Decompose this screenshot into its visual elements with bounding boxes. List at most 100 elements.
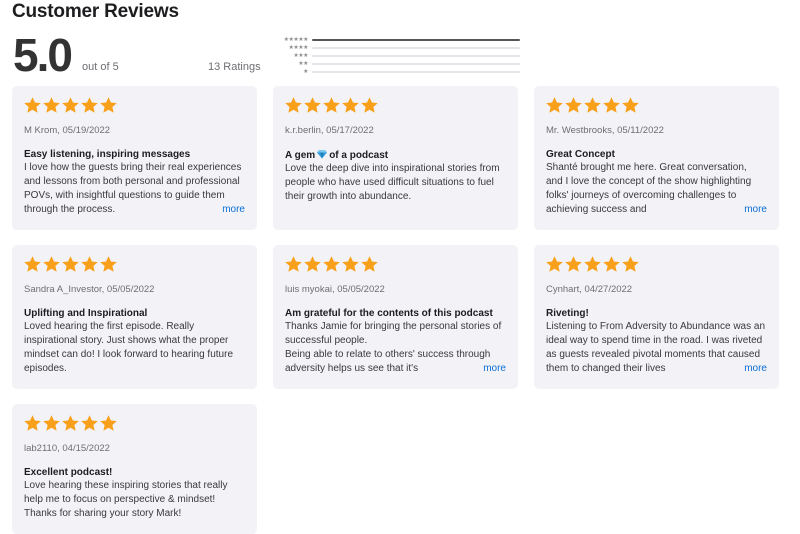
histogram-stars-label: ★★ <box>298 61 308 67</box>
star-icon <box>303 96 322 115</box>
histogram-bar <box>312 55 520 57</box>
star-icon <box>602 255 621 274</box>
star-icon <box>284 96 303 115</box>
page-title: Customer Reviews <box>12 1 179 22</box>
more-link[interactable]: more <box>465 362 506 376</box>
review-body: Love the deep dive into inspirational st… <box>285 162 506 218</box>
review-text: Loved hearing the first episode. Really … <box>24 321 234 374</box>
review-author-date: Mr. Westbrooks, 05/11/2022 <box>546 125 664 136</box>
review-body: Thanks Jamie for bringing the personal s… <box>285 320 506 376</box>
star-icon <box>303 255 322 274</box>
histogram-row-3: ★★★ <box>272 52 520 60</box>
review-title: Excellent podcast! <box>24 467 113 478</box>
star-icon <box>322 96 341 115</box>
review-title: A gem of a podcast <box>285 149 506 161</box>
star-icon <box>360 96 379 115</box>
review-card[interactable]: M Krom, 05/19/2022 Easy listening, inspi… <box>12 86 257 230</box>
histogram-bar-fill <box>312 39 520 41</box>
review-body: Love hearing these inspiring stories tha… <box>24 479 245 534</box>
star-icon <box>99 255 118 274</box>
star-icon <box>621 255 640 274</box>
review-author-date: luis myokai, 05/05/2022 <box>285 284 385 295</box>
review-title: Uplifting and Inspirational <box>24 308 148 319</box>
histogram-bar <box>312 63 520 65</box>
star-icon <box>42 414 61 433</box>
star-icon <box>284 255 303 274</box>
review-card[interactable]: luis myokai, 05/05/2022 Am grateful for … <box>273 245 518 389</box>
review-author-date: lab2110, 04/15/2022 <box>24 443 110 454</box>
star-icon <box>23 96 42 115</box>
histogram-row-5: ★★★★★ <box>272 36 520 44</box>
star-icon <box>564 96 583 115</box>
review-title-end: of a podcast <box>329 150 389 161</box>
review-card[interactable]: Sandra A_Investor, 05/05/2022 Uplifting … <box>12 245 257 389</box>
review-title-start: A gem <box>285 150 316 161</box>
review-author-date: M Krom, 05/19/2022 <box>24 125 111 136</box>
histogram-stars-label: ★★★★★ <box>283 37 309 43</box>
rating-scale-label: out of 5 <box>82 61 119 73</box>
review-author-date: Sandra A_Investor, 05/05/2022 <box>24 284 155 295</box>
star-rating <box>23 255 245 275</box>
star-icon <box>23 414 42 433</box>
histogram-row-1: ★ <box>272 68 520 76</box>
review-card[interactable]: Mr. Westbrooks, 05/11/2022 Great Concept… <box>534 86 779 230</box>
star-icon <box>42 96 61 115</box>
rating-distribution: ★★★★★ ★★★★ ★★★ ★★ ★ <box>272 36 520 76</box>
star-icon <box>621 96 640 115</box>
more-link[interactable]: more <box>204 203 245 217</box>
star-icon <box>23 255 42 274</box>
star-icon <box>583 255 602 274</box>
star-rating <box>284 96 506 116</box>
review-text: Love the deep dive into inspirational st… <box>285 163 500 202</box>
review-title: Great Concept <box>546 149 615 160</box>
star-icon <box>80 96 99 115</box>
star-rating <box>545 96 767 116</box>
average-rating: 5.0 <box>13 29 73 81</box>
histogram-bar <box>312 47 520 49</box>
histogram-stars-label: ★★★ <box>293 53 308 59</box>
star-icon <box>341 255 360 274</box>
review-body: I love how the guests bring their real e… <box>24 161 245 217</box>
more-link[interactable]: more <box>726 362 767 376</box>
review-title: Am grateful for the contents of this pod… <box>285 308 493 319</box>
ratings-count: 13 Ratings <box>208 61 261 73</box>
star-icon <box>99 414 118 433</box>
review-card[interactable]: lab2110, 04/15/2022 Excellent podcast! L… <box>12 404 257 534</box>
histogram-row-4: ★★★★ <box>272 44 520 52</box>
star-icon <box>61 414 80 433</box>
review-body: Listening to From Adversity to Abundance… <box>546 320 767 376</box>
star-icon <box>99 96 118 115</box>
star-icon <box>61 96 80 115</box>
star-icon <box>545 96 564 115</box>
star-rating <box>284 255 506 275</box>
gem-icon <box>317 149 328 159</box>
star-icon <box>80 255 99 274</box>
histogram-bar <box>312 71 520 73</box>
star-icon <box>80 414 99 433</box>
star-icon <box>61 255 80 274</box>
review-title: Easy listening, inspiring messages <box>24 149 191 160</box>
histogram-stars-label: ★★★★ <box>288 45 308 51</box>
histogram-row-2: ★★ <box>272 60 520 68</box>
star-icon <box>322 255 341 274</box>
star-rating <box>23 414 245 434</box>
review-body: Shanté brought me here. Great conversati… <box>546 161 767 217</box>
review-text: Love hearing these inspiring stories tha… <box>24 480 228 519</box>
review-body: Loved hearing the first episode. Really … <box>24 320 245 376</box>
review-card[interactable]: Cynhart, 04/27/2022 Riveting! Listening … <box>534 245 779 389</box>
more-link[interactable]: more <box>726 203 767 217</box>
review-author-date: Cynhart, 04/27/2022 <box>546 284 633 295</box>
star-rating <box>23 96 245 116</box>
review-title: Riveting! <box>546 308 589 319</box>
star-icon <box>341 96 360 115</box>
review-author-date: k.r.berlin, 05/17/2022 <box>285 125 374 136</box>
histogram-bar <box>312 39 520 41</box>
star-icon <box>545 255 564 274</box>
star-icon <box>360 255 379 274</box>
review-card[interactable]: k.r.berlin, 05/17/2022 A gem of a podcast… <box>273 86 518 230</box>
star-icon <box>564 255 583 274</box>
histogram-stars-label: ★ <box>303 69 308 75</box>
star-rating <box>545 255 767 275</box>
star-icon <box>42 255 61 274</box>
star-icon <box>602 96 621 115</box>
